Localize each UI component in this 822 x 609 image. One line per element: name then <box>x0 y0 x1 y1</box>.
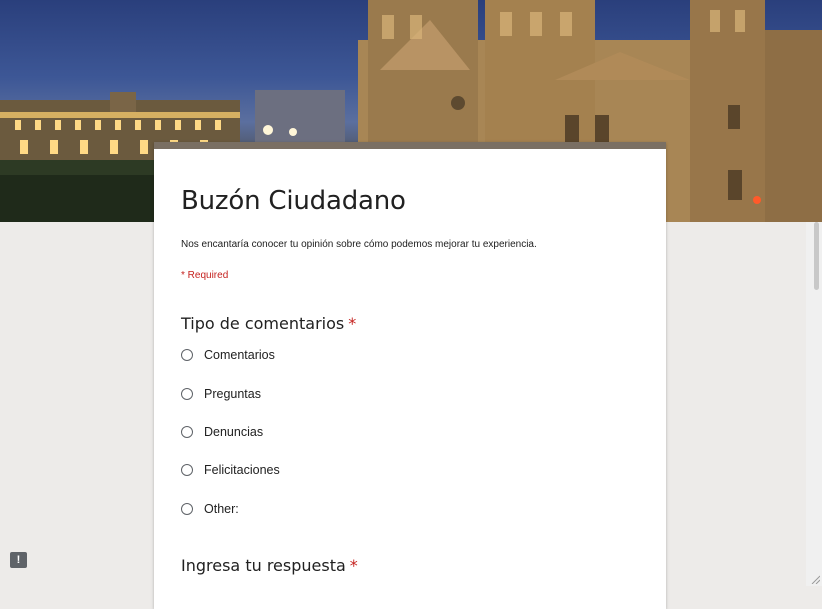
required-asterisk: * <box>348 314 357 333</box>
radio-label: Felicitaciones <box>204 463 280 477</box>
question-title-tipo: Tipo de comentarios * <box>181 314 356 333</box>
form-card: Buzón Ciudadano Nos encantaría conocer t… <box>154 142 666 609</box>
scrollbar-thumb[interactable] <box>814 222 819 290</box>
required-note: * Required <box>181 270 229 281</box>
required-asterisk: * <box>349 556 358 575</box>
radio-option-denuncias[interactable]: Denuncias <box>181 422 263 442</box>
radio-label: Preguntas <box>204 387 261 401</box>
question-title-text: Tipo de comentarios <box>181 314 345 333</box>
radio-label: Other: <box>204 502 239 516</box>
radio-button[interactable] <box>181 503 193 515</box>
radio-label: Denuncias <box>204 425 264 439</box>
radio-option-preguntas[interactable]: Preguntas <box>181 384 261 404</box>
question-title-respuesta: Ingresa tu respuesta * <box>181 556 358 575</box>
radio-button[interactable] <box>181 388 193 400</box>
radio-option-other[interactable]: Other: <box>181 499 239 519</box>
radio-button[interactable] <box>181 426 193 438</box>
radio-button[interactable] <box>181 349 193 361</box>
question-title-text: Ingresa tu respuesta <box>181 556 346 575</box>
radio-label: Comentarios <box>204 348 275 362</box>
resize-grip-icon[interactable] <box>810 574 820 584</box>
radio-option-felicitaciones[interactable]: Felicitaciones <box>181 460 280 480</box>
form-title: Buzón Ciudadano <box>181 186 406 216</box>
feedback-icon[interactable]: ! <box>10 552 27 568</box>
radio-option-comentarios[interactable]: Comentarios <box>181 345 275 365</box>
form-description: Nos encantaría conocer tu opinión sobre … <box>181 239 537 250</box>
radio-button[interactable] <box>181 464 193 476</box>
